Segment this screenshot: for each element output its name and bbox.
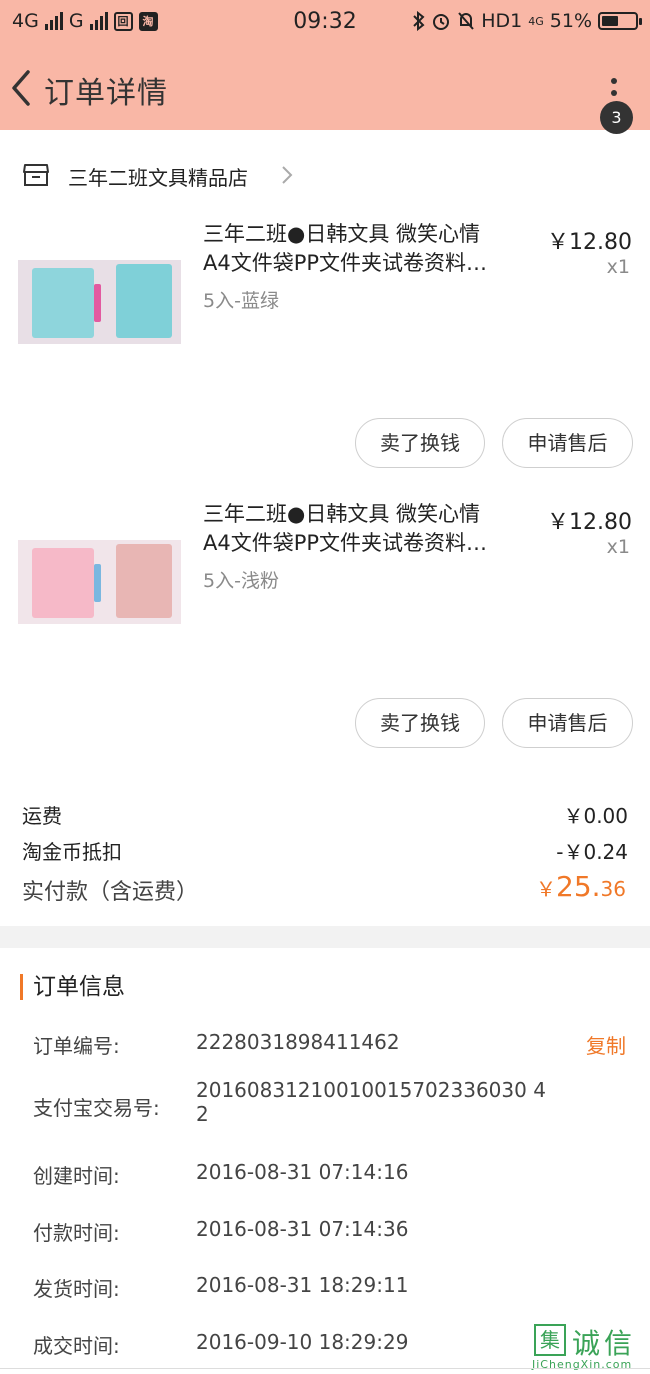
total-label: 实付款（含运费） bbox=[22, 880, 199, 905]
product-quantity: x1 bbox=[606, 256, 630, 278]
shop-icon bbox=[23, 164, 49, 186]
info-value: 2016-08-31 07:14:36 bbox=[196, 1217, 409, 1241]
product-title-line2: A4文件袋PP文件夹试卷资料… bbox=[203, 251, 488, 275]
shop-row[interactable]: 三年二班文具精品店 bbox=[0, 140, 650, 210]
sell-for-cash-button[interactable]: 卖了换钱 bbox=[355, 698, 485, 748]
page-title: 订单详情 bbox=[44, 76, 168, 111]
copy-order-number-button[interactable]: 复制 bbox=[586, 1030, 626, 1059]
shop-name: 三年二班文具精品店 bbox=[68, 166, 248, 190]
thumb-folder-a bbox=[32, 548, 94, 618]
product-thumbnail[interactable] bbox=[18, 260, 181, 344]
product-title-line2: A4文件袋PP文件夹试卷资料… bbox=[203, 531, 488, 555]
site-watermark: 集 诚信 JiChengXin.com bbox=[530, 1322, 650, 1374]
order-item[interactable]: 三年二班●日韩文具 微笑心情 A4文件袋PP文件夹试卷资料… 5入-蓝绿 ￥12… bbox=[0, 210, 650, 490]
status-right: HD1 4G 51% bbox=[413, 10, 642, 32]
info-value: 2016-08-31 07:14:16 bbox=[196, 1160, 409, 1184]
shipping-row: 运费 ￥0.00 bbox=[22, 800, 628, 829]
info-label: 支付宝交易号: bbox=[33, 1096, 160, 1120]
thumb-tab bbox=[94, 284, 101, 322]
thumb-folder-b bbox=[116, 264, 172, 338]
watermark-text: 诚信 bbox=[572, 1327, 637, 1360]
after-sale-button[interactable]: 申请售后 bbox=[502, 698, 633, 748]
bluetooth-icon bbox=[413, 11, 425, 31]
info-label: 发货时间: bbox=[33, 1277, 120, 1301]
after-sale-button[interactable]: 申请售后 bbox=[502, 418, 633, 468]
order-item[interactable]: 三年二班●日韩文具 微笑心情 A4文件袋PP文件夹试卷资料… 5入-浅粉 ￥12… bbox=[0, 490, 650, 770]
alarm-icon bbox=[433, 14, 450, 30]
info-label: 付款时间: bbox=[33, 1221, 120, 1245]
battery-percent: 51% bbox=[549, 10, 592, 32]
network-label-right: 4G bbox=[528, 14, 544, 28]
shipping-label: 运费 bbox=[22, 804, 62, 828]
thumb-tab bbox=[94, 564, 101, 602]
nav-bar: 订单详情 3 bbox=[0, 52, 650, 134]
section-divider bbox=[0, 926, 650, 948]
product-quantity: x1 bbox=[606, 536, 630, 558]
total-currency: ￥ bbox=[536, 877, 557, 901]
sell-for-cash-button[interactable]: 卖了换钱 bbox=[355, 418, 485, 468]
shipping-value: ￥0.00 bbox=[563, 804, 628, 828]
status-bar: 4G G 回 淘 09:32 HD1 4G 51% bbox=[0, 0, 650, 46]
chevron-right-icon bbox=[282, 166, 293, 184]
watermark-url: JiChengXin.com bbox=[532, 1358, 633, 1371]
thumb-folder-b bbox=[116, 544, 172, 618]
product-title-line1: 三年二班●日韩文具 微笑心情 bbox=[203, 222, 480, 246]
total-row: 实付款（含运费） ￥25.36 bbox=[22, 870, 628, 906]
coin-discount-label: 淘金币抵扣 bbox=[22, 840, 122, 864]
product-title-line1: 三年二班●日韩文具 微笑心情 bbox=[203, 502, 480, 526]
thumb-folder-a bbox=[32, 268, 94, 338]
total-decimal: 36 bbox=[600, 877, 626, 901]
mute-icon bbox=[458, 12, 474, 30]
product-price: ￥12.80 bbox=[547, 230, 632, 255]
back-arrow-icon[interactable] bbox=[6, 66, 36, 110]
product-thumbnail[interactable] bbox=[18, 540, 181, 624]
product-price: ￥12.80 bbox=[547, 510, 632, 535]
info-value: 20160831210010015702336030 42 bbox=[196, 1078, 546, 1126]
order-info-section: 订单信息 复制 订单编号: 2228031898411462 支付宝交易号: 2… bbox=[0, 948, 650, 1374]
info-label: 创建时间: bbox=[33, 1164, 120, 1188]
coin-discount-row: 淘金币抵扣 -￥0.24 bbox=[22, 836, 628, 865]
product-title[interactable]: 三年二班●日韩文具 微笑心情 A4文件袋PP文件夹试卷资料… bbox=[203, 500, 533, 558]
message-count-badge[interactable]: 3 bbox=[600, 101, 633, 134]
product-title[interactable]: 三年二班●日韩文具 微笑心情 A4文件袋PP文件夹试卷资料… bbox=[203, 220, 533, 278]
product-variant: 5入-蓝绿 bbox=[203, 290, 279, 312]
info-value: 2016-09-10 18:29:29 bbox=[196, 1330, 409, 1354]
hd-label: HD1 bbox=[481, 10, 523, 32]
watermark-logo: 集 bbox=[534, 1324, 566, 1356]
total-integer: 25. bbox=[556, 870, 601, 903]
bottom-divider bbox=[0, 1368, 650, 1369]
coin-discount-value: -￥0.24 bbox=[556, 840, 628, 864]
info-label: 成交时间: bbox=[33, 1334, 120, 1358]
order-info-heading: 订单信息 bbox=[20, 974, 125, 1000]
battery-icon bbox=[598, 12, 642, 30]
info-value: 2016-08-31 18:29:11 bbox=[196, 1273, 409, 1297]
product-variant: 5入-浅粉 bbox=[203, 570, 279, 592]
total-value: ￥25.36 bbox=[536, 870, 626, 903]
top-header-area: 4G G 回 淘 09:32 HD1 4G 51% 订单详情 3 bbox=[0, 0, 650, 134]
info-label: 订单编号: bbox=[33, 1034, 120, 1058]
price-summary: 运费 ￥0.00 淘金币抵扣 -￥0.24 实付款（含运费） ￥25.36 bbox=[0, 790, 650, 925]
info-value: 2228031898411462 bbox=[196, 1030, 400, 1054]
battery-level bbox=[602, 16, 618, 26]
